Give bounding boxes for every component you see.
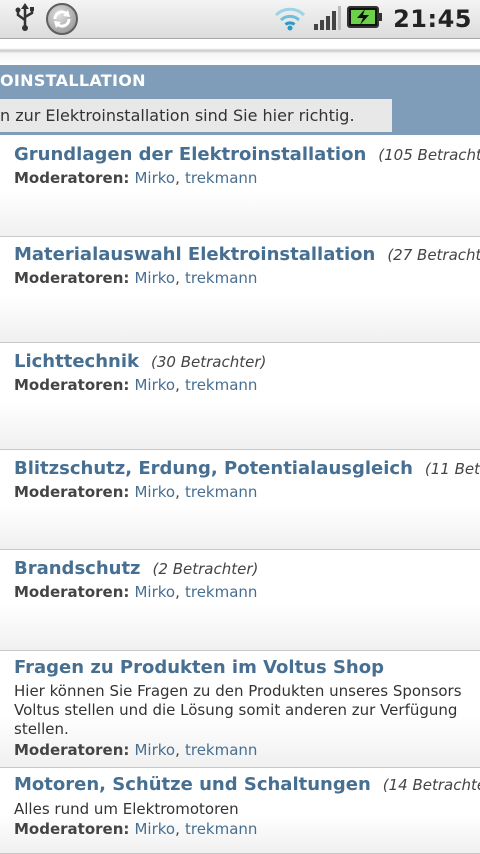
forum-row[interactable]: Lichttechnik (30 Betrachter) Moderatoren:… (0, 343, 480, 450)
moderator-link[interactable]: Mirko (134, 741, 175, 759)
clock: 21:45 (393, 5, 472, 33)
moderator-link[interactable]: trekmann (185, 583, 257, 601)
moderator-link[interactable]: Mirko (134, 269, 175, 287)
forum-title[interactable]: Lichttechnik (14, 351, 139, 372)
category-description: n zur Elektroinstallation sind Sie hier … (0, 99, 392, 132)
forum-row[interactable]: Materialauswahl Elektroinstallation (27 B… (0, 237, 480, 343)
moderators-label: Moderatoren: (14, 376, 130, 394)
status-bar: 21:45 (0, 0, 480, 39)
forum-title[interactable]: Fragen zu Produkten im Voltus Shop (14, 657, 384, 678)
moderator-link[interactable]: Mirko (134, 583, 175, 601)
viewer-count: (105 Betrachter) (378, 146, 480, 164)
forum-description: Voltus stellen und die Lösung somit ande… (14, 701, 458, 719)
forum-title[interactable]: Blitzschutz, Erdung, Potentialausgleich (14, 458, 413, 479)
battery-charging-icon (347, 5, 383, 33)
moderator-link[interactable]: trekmann (185, 741, 257, 759)
moderator-link[interactable]: Mirko (134, 820, 175, 838)
moderator-link[interactable]: trekmann (185, 483, 257, 501)
viewer-count: (14 Betrachter) (382, 776, 480, 794)
moderators-label: Moderatoren: (14, 820, 130, 838)
forum-description: Alles rund um Elektromotoren (14, 800, 239, 818)
moderators-label: Moderatoren: (14, 483, 130, 501)
moderator-link[interactable]: Mirko (134, 376, 175, 394)
forum-title[interactable]: Grundlagen der Elektroinstallation (14, 144, 366, 165)
moderator-link[interactable]: trekmann (185, 169, 257, 187)
wifi-icon (273, 3, 307, 35)
forum-row[interactable]: Brandschutz (2 Betrachter) Moderatoren: M… (0, 550, 480, 651)
moderators-label: Moderatoren: (14, 741, 130, 759)
viewer-count: (2 Betrachter) (152, 560, 259, 578)
moderator-link[interactable]: trekmann (185, 269, 257, 287)
forum-row[interactable]: Blitzschutz, Erdung, Potentialausgleich (… (0, 450, 480, 550)
scroll-divider (0, 39, 480, 65)
forum-title[interactable]: Motoren, Schütze und Schaltungen (14, 774, 371, 795)
forum-row[interactable]: Motoren, Schütze und Schaltungen (14 Betr… (0, 768, 480, 854)
moderators-label: Moderatoren: (14, 169, 130, 187)
viewer-count: (11 Betracht (424, 460, 480, 478)
forum-description: stellen. (14, 720, 69, 738)
viewer-count: (27 Betrachter) (387, 246, 480, 264)
moderators-label: Moderatoren: (14, 269, 130, 287)
viewer-count: (30 Betrachter) (150, 353, 267, 371)
moderator-link[interactable]: trekmann (185, 820, 257, 838)
usb-icon (14, 2, 36, 36)
signal-icon (313, 3, 342, 35)
category-header: OINSTALLATION n zur Elektroinstallation … (0, 65, 480, 135)
sync-icon (46, 3, 78, 35)
forum-row[interactable]: Grundlagen der Elektroinstallation (105 B… (0, 135, 480, 237)
category-title: OINSTALLATION (0, 71, 146, 90)
moderator-link[interactable]: trekmann (185, 376, 257, 394)
forum-description: Hier können Sie Fragen zu den Produkten … (14, 682, 462, 700)
moderator-link[interactable]: Mirko (134, 483, 175, 501)
moderator-link[interactable]: Mirko (134, 169, 175, 187)
forum-title[interactable]: Brandschutz (14, 558, 141, 579)
moderators-label: Moderatoren: (14, 583, 130, 601)
forum-title[interactable]: Materialauswahl Elektroinstallation (14, 244, 375, 265)
forum-row[interactable]: Fragen zu Produkten im Voltus Shop Hier … (0, 651, 480, 768)
